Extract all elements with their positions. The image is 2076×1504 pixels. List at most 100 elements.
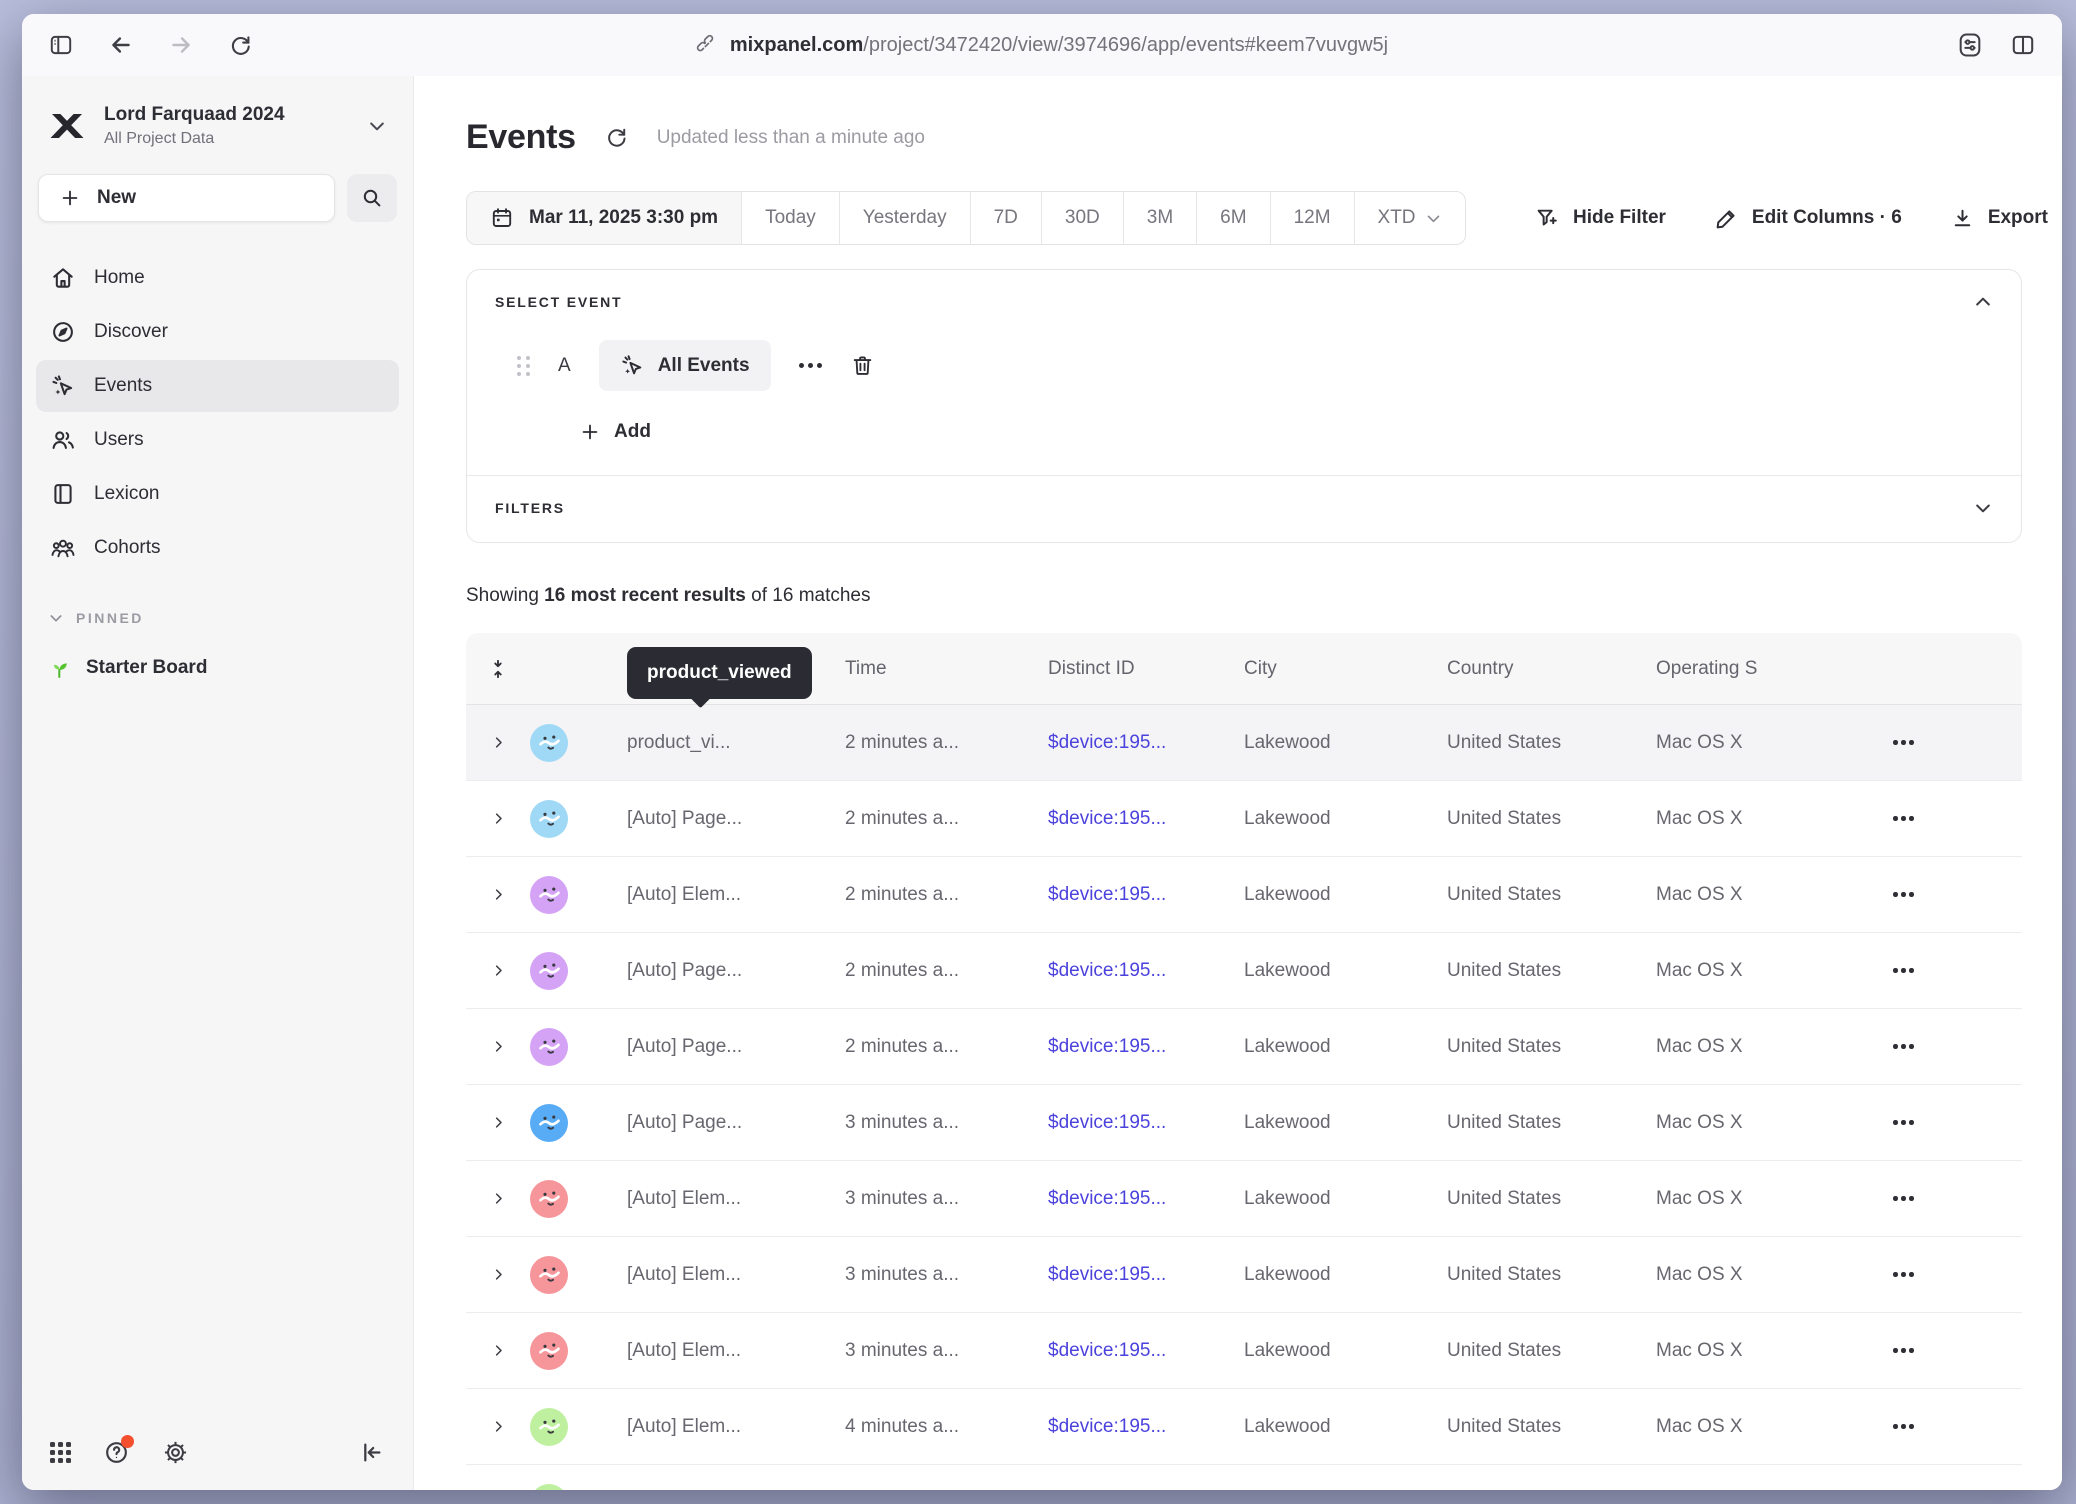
- distinct-id-link[interactable]: $device:195...: [1048, 960, 1244, 982]
- distinct-id-link[interactable]: $device:195...: [1048, 1112, 1244, 1134]
- range-today[interactable]: Today: [741, 192, 839, 244]
- range-3m[interactable]: 3M: [1123, 192, 1196, 244]
- range-xtd[interactable]: XTD: [1354, 192, 1465, 244]
- range-12m[interactable]: 12M: [1270, 192, 1354, 244]
- refresh-icon[interactable]: [604, 125, 629, 150]
- distinct-id-link[interactable]: $device:195...: [1048, 808, 1244, 830]
- drag-handle-icon[interactable]: [517, 356, 530, 376]
- collapse-sidebar-icon[interactable]: [358, 1439, 385, 1466]
- address-bar[interactable]: mixpanel.com/project/3472420/view/397469…: [696, 34, 1388, 57]
- sidebar-item-home[interactable]: Home: [36, 252, 399, 304]
- column-header-city[interactable]: City: [1244, 658, 1447, 680]
- table-row[interactable]: [Auto] Page... 2 minutes a... $device:19…: [466, 1009, 2022, 1085]
- table-row[interactable]: [Auto] Elem... 4 minutes a... $device:19…: [466, 1389, 2022, 1465]
- city: Lakewood: [1244, 1264, 1447, 1286]
- forward-icon[interactable]: [168, 32, 194, 58]
- range-7d[interactable]: 7D: [970, 192, 1041, 244]
- settings-gear-icon[interactable]: [162, 1439, 189, 1466]
- row-actions-icon[interactable]: [1879, 1424, 2022, 1429]
- row-actions-icon[interactable]: [1879, 1272, 2022, 1277]
- event-time: 2 minutes a...: [845, 808, 1048, 830]
- event-avatar: [530, 1028, 568, 1066]
- sidebar-item-discover[interactable]: Discover: [36, 306, 399, 358]
- edit-columns-button[interactable]: Edit Columns · 6: [1714, 206, 1902, 231]
- table-row[interactable]: [Auto] Page... 2 minutes a... $device:19…: [466, 933, 2022, 1009]
- back-icon[interactable]: [108, 32, 134, 58]
- column-header-os[interactable]: Operating S: [1656, 658, 1879, 680]
- distinct-id-link[interactable]: $device:195...: [1048, 1340, 1244, 1362]
- event-selector-pill[interactable]: All Events: [599, 340, 771, 391]
- sidebar-item-cohorts[interactable]: Cohorts: [36, 522, 399, 574]
- reload-icon[interactable]: [228, 33, 253, 58]
- table-row[interactable]: [Auto] Page... 3 minutes a... $device:19…: [466, 1085, 2022, 1161]
- row-actions-icon[interactable]: [1879, 892, 2022, 897]
- event-name: [Auto] Elem...: [627, 1416, 845, 1438]
- row-expander-chevron-right-icon[interactable]: [491, 1039, 506, 1054]
- event-name: [Auto] Elem...: [627, 1188, 845, 1210]
- updated-status: Updated less than a minute ago: [657, 127, 925, 149]
- row-expander-chevron-right-icon[interactable]: [491, 1343, 506, 1358]
- row-actions-icon[interactable]: [1879, 1120, 2022, 1125]
- range-6m[interactable]: 6M: [1196, 192, 1269, 244]
- distinct-id-link[interactable]: $device:195...: [1048, 1416, 1244, 1438]
- delete-clause-trash-icon[interactable]: [850, 353, 875, 378]
- row-expander-chevron-right-icon[interactable]: [491, 1267, 506, 1282]
- distinct-id-link[interactable]: $device:195...: [1048, 1036, 1244, 1058]
- row-expander-chevron-right-icon[interactable]: [491, 887, 506, 902]
- desktop-background: mixpanel.com/project/3472420/view/397469…: [0, 0, 2076, 1504]
- project-switcher[interactable]: Lord Farquaad 2024 All Project Data: [22, 76, 413, 164]
- sidebar-item-events[interactable]: Events: [36, 360, 399, 412]
- column-header-time[interactable]: Time: [845, 658, 1048, 680]
- apps-grid-icon[interactable]: [50, 1442, 71, 1463]
- table-row[interactable]: product_vi... 2 minutes a... $device:195…: [466, 705, 2022, 781]
- split-view-icon[interactable]: [2010, 32, 2036, 58]
- row-actions-icon[interactable]: [1879, 740, 2022, 745]
- row-actions-icon[interactable]: [1879, 968, 2022, 973]
- row-expander-chevron-right-icon[interactable]: [491, 735, 506, 750]
- row-expander-chevron-right-icon[interactable]: [491, 1191, 506, 1206]
- search-button[interactable]: [347, 174, 397, 222]
- row-actions-icon[interactable]: [1879, 1196, 2022, 1201]
- distinct-id-link[interactable]: $device:195...: [1048, 884, 1244, 906]
- table-row[interactable]: [Auto] Elem... 3 minutes a... $device:19…: [466, 1237, 2022, 1313]
- add-event-button[interactable]: Add: [579, 421, 651, 443]
- sidebar-item-lexicon[interactable]: Lexicon: [36, 468, 399, 520]
- row-expander-chevron-right-icon[interactable]: [491, 1419, 506, 1434]
- sidebar-item-users[interactable]: Users: [36, 414, 399, 466]
- collapse-section-chevron-up-icon[interactable]: [1973, 292, 1993, 315]
- collapse-all-rows-icon[interactable]: [487, 658, 509, 680]
- export-button[interactable]: Export: [1950, 206, 2048, 231]
- filter-icon: [1535, 206, 1560, 231]
- sidebar-item-starter-board[interactable]: Starter Board: [22, 646, 413, 690]
- date-picker[interactable]: Mar 11, 2025 3:30 pm: [467, 192, 741, 244]
- range-yesterday[interactable]: Yesterday: [839, 192, 970, 244]
- table-row[interactable]: [466, 1465, 2022, 1490]
- clause-more-options-icon[interactable]: [799, 363, 822, 368]
- row-expander-chevron-right-icon[interactable]: [491, 963, 506, 978]
- pinned-section-toggle[interactable]: PINNED: [22, 610, 413, 626]
- row-actions-icon[interactable]: [1879, 1348, 2022, 1353]
- distinct-id-link[interactable]: $device:195...: [1048, 1264, 1244, 1286]
- table-row[interactable]: [Auto] Elem... 2 minutes a... $device:19…: [466, 857, 2022, 933]
- event-name: product_vi...: [627, 732, 845, 754]
- column-header-country[interactable]: Country: [1447, 658, 1656, 680]
- distinct-id-link[interactable]: $device:195...: [1048, 1188, 1244, 1210]
- row-actions-icon[interactable]: [1879, 1044, 2022, 1049]
- new-button[interactable]: New: [38, 174, 335, 222]
- row-expander-chevron-right-icon[interactable]: [491, 1115, 506, 1130]
- distinct-id-link[interactable]: $device:195...: [1048, 732, 1244, 754]
- row-actions-icon[interactable]: [1879, 816, 2022, 821]
- help-icon[interactable]: [103, 1439, 130, 1466]
- page-settings-icon[interactable]: [1956, 31, 1984, 59]
- operating-system: Mac OS X: [1656, 732, 1879, 754]
- range-30d[interactable]: 30D: [1041, 192, 1123, 244]
- table-row[interactable]: [Auto] Elem... 3 minutes a... $device:19…: [466, 1313, 2022, 1389]
- browser-sidebar-toggle-icon[interactable]: [48, 32, 74, 58]
- column-header-distinct-id[interactable]: Distinct ID: [1048, 658, 1244, 680]
- table-row[interactable]: [Auto] Elem... 3 minutes a... $device:19…: [466, 1161, 2022, 1237]
- expand-section-chevron-down-icon[interactable]: [1973, 498, 1993, 521]
- hide-filter-button[interactable]: Hide Filter: [1535, 206, 1666, 231]
- row-expander-chevron-right-icon[interactable]: [491, 811, 506, 826]
- event-avatar: [530, 1180, 568, 1218]
- table-row[interactable]: [Auto] Page... 2 minutes a... $device:19…: [466, 781, 2022, 857]
